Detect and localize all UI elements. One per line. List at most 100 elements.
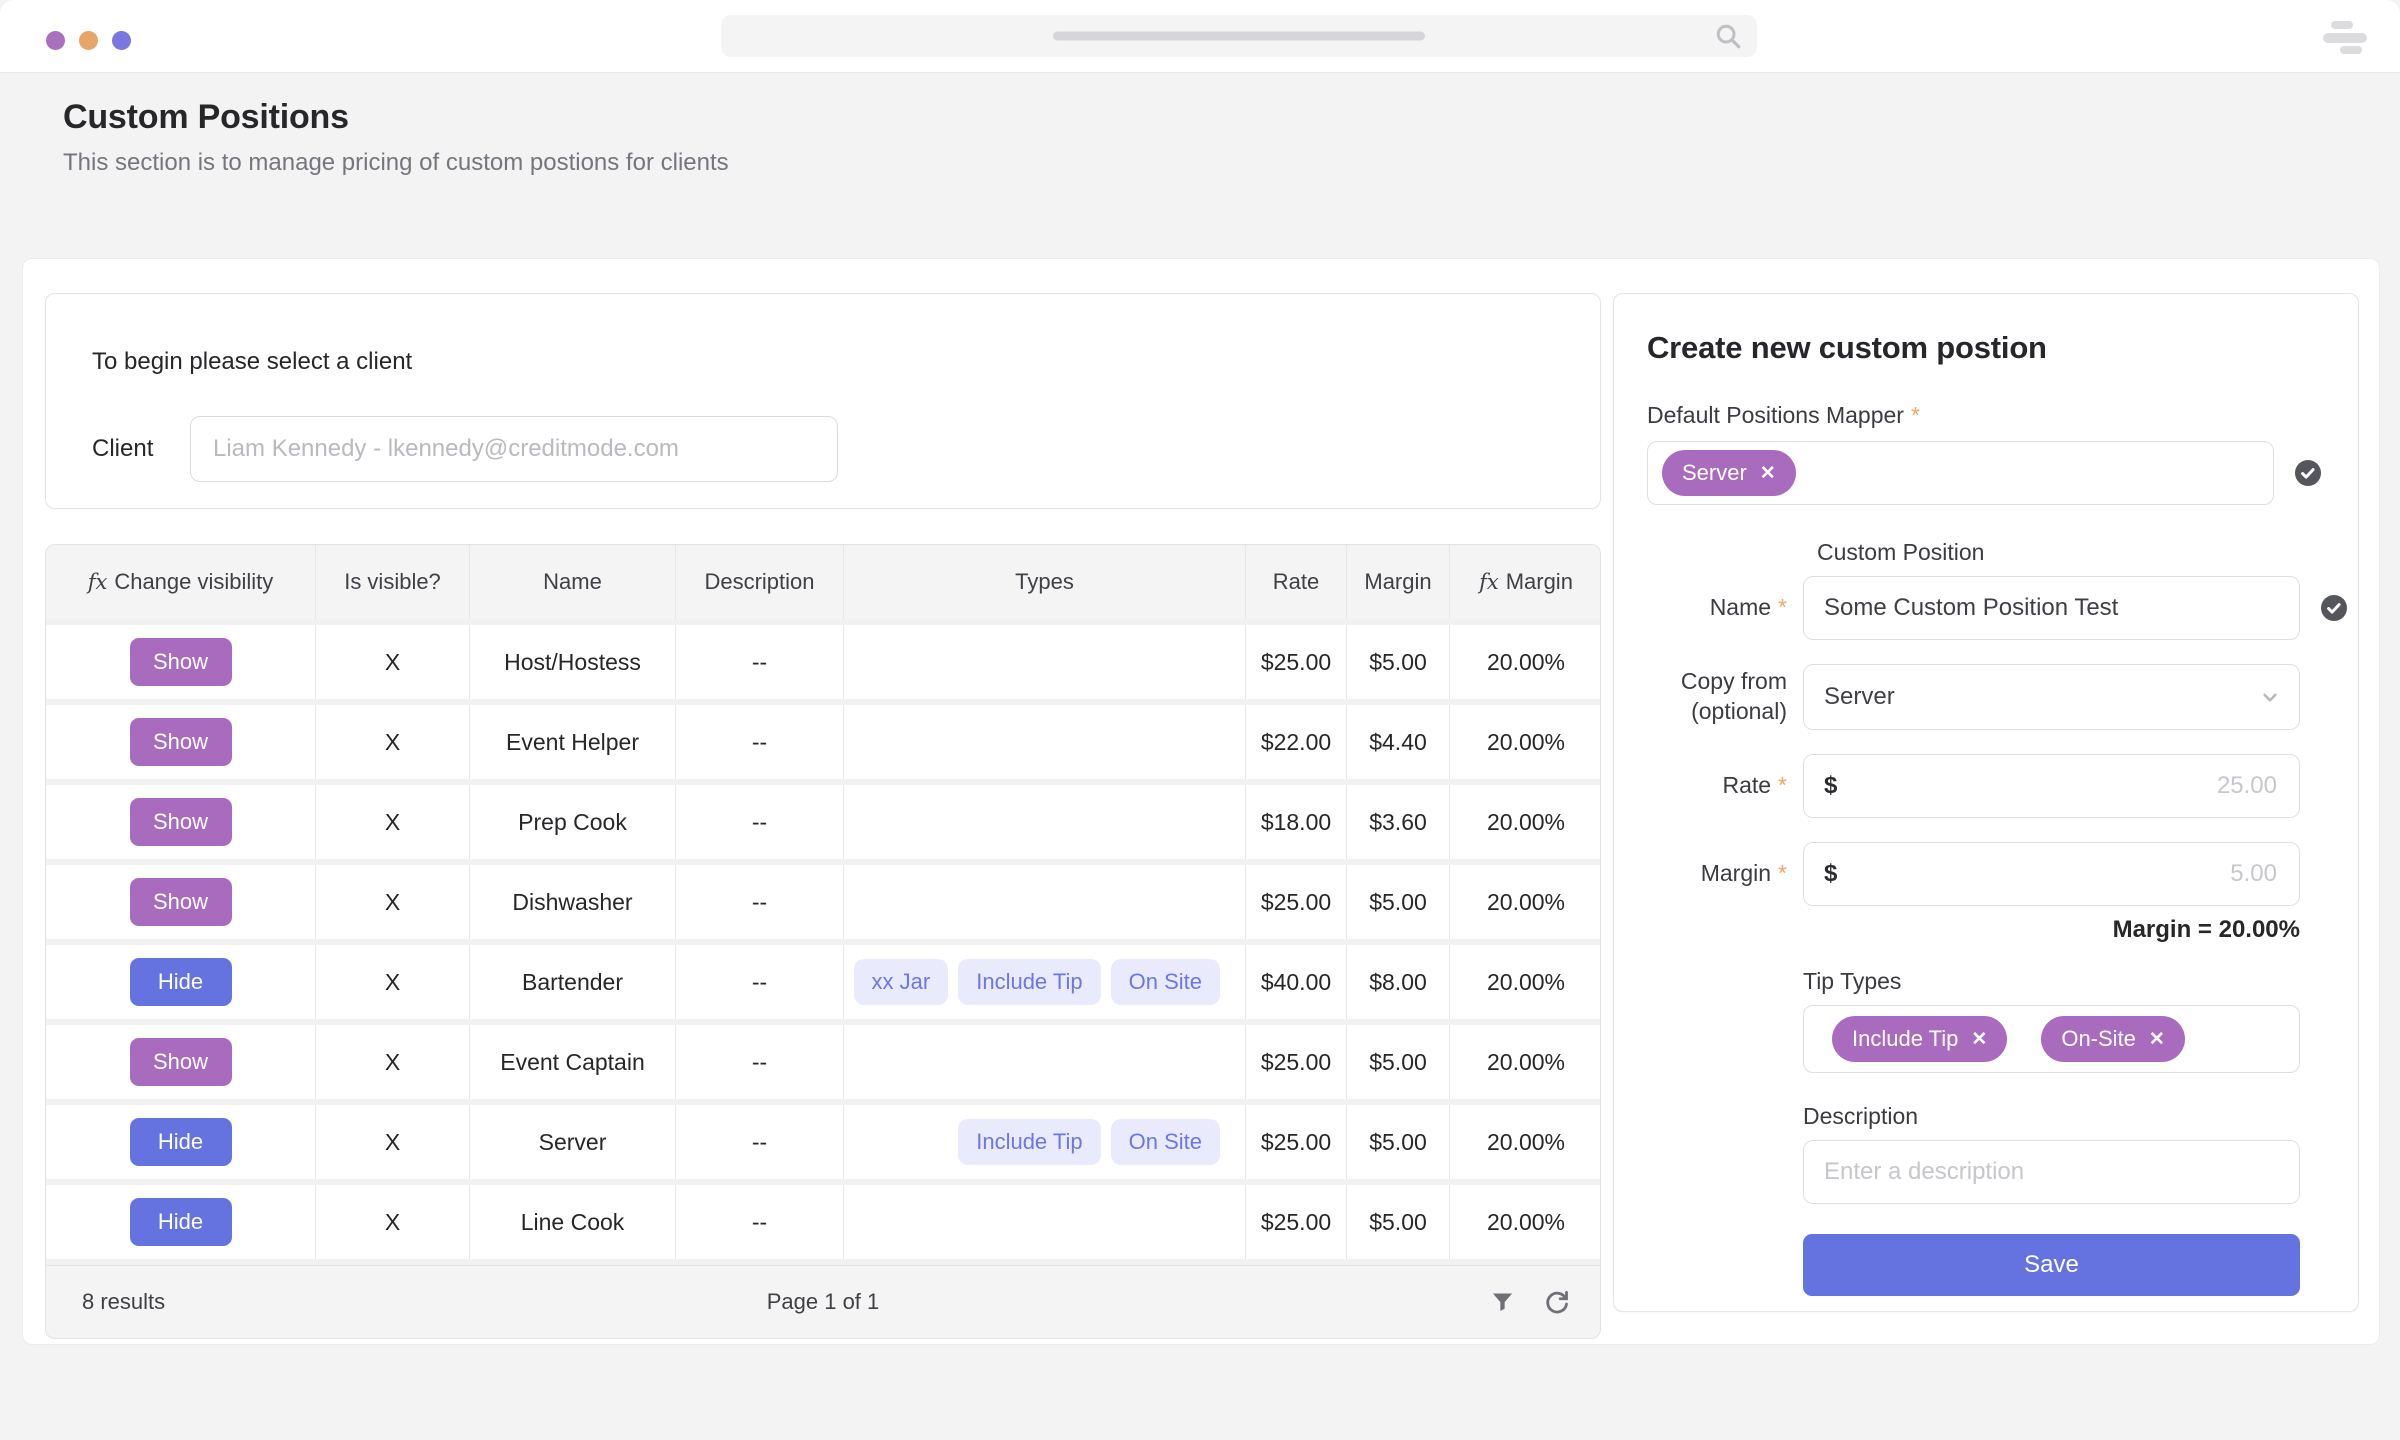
refresh-icon[interactable] (1542, 1288, 1570, 1316)
types-cell (844, 1185, 1246, 1259)
required-asterisk: * (1778, 860, 1787, 886)
rate-label: Rate* (1647, 771, 1803, 801)
column-label: Types (1015, 569, 1074, 594)
mapper-input[interactable]: Server✕ (1647, 441, 2274, 505)
save-button[interactable]: Save (1803, 1234, 2300, 1296)
is-visible-cell: X (316, 1185, 470, 1259)
is-visible-cell: X (316, 625, 470, 699)
show-button[interactable]: Show (130, 878, 232, 926)
remove-chip-icon[interactable]: ✕ (1971, 1030, 1987, 1049)
visibility-cell: Show (46, 785, 316, 859)
window-dot-purple (46, 31, 65, 50)
column-label: Margin (1506, 569, 1573, 594)
column-header-name: Name (470, 545, 676, 619)
name-label-text: Name (1710, 594, 1771, 620)
mapper-label: Default Positions Mapper* (1647, 402, 2358, 429)
margin-pct-cell: 20.00% (1450, 785, 1601, 859)
search-bar[interactable] (721, 15, 1757, 57)
table-row: ShowXHost/Hostess--$25.00$5.0020.00% (46, 625, 1601, 699)
margin-input[interactable] (1837, 859, 2279, 889)
types-cell (844, 865, 1246, 939)
rate-input[interactable] (1837, 771, 2279, 801)
page-indicator: Page 1 of 1 (767, 1289, 880, 1315)
table-row: ShowXEvent Helper--$22.00$4.4020.00% (46, 705, 1601, 779)
margin-pct-cell: 20.00% (1450, 625, 1601, 699)
visibility-cell: Hide (46, 1185, 316, 1259)
type-tags: xx JarInclude TipOn Site (845, 959, 1244, 1005)
rate-cell: $25.00 (1246, 1105, 1347, 1179)
copy-from-select[interactable]: Server (1803, 664, 2300, 730)
window-menu-icon[interactable] (2323, 19, 2369, 55)
rate-input-wrap: $ (1803, 754, 2300, 818)
rate-label-text: Rate (1722, 772, 1771, 798)
description-cell: -- (676, 945, 844, 1019)
filter-icon[interactable] (1489, 1289, 1516, 1316)
types-cell (844, 625, 1246, 699)
description-input[interactable] (1803, 1140, 2300, 1204)
column-label: Description (704, 569, 814, 594)
hide-button[interactable]: Hide (130, 958, 232, 1006)
description-cell: -- (676, 785, 844, 859)
column-header-rate: Rate (1246, 545, 1347, 619)
name-input[interactable] (1803, 576, 2300, 640)
panel-title: Create new custom postion (1647, 330, 2358, 366)
type-tag: xx Jar (854, 959, 949, 1005)
description-label: Description (1803, 1103, 2300, 1130)
is-visible-cell: X (316, 1025, 470, 1099)
chip-label: Include Tip (1852, 1026, 1958, 1052)
table-row: ShowXEvent Captain--$25.00$5.0020.00% (46, 1025, 1601, 1099)
types-cell (844, 1025, 1246, 1099)
description-cell: -- (676, 1025, 844, 1099)
margin-cell: $5.00 (1347, 1025, 1450, 1099)
description-cell: -- (676, 865, 844, 939)
show-button[interactable]: Show (130, 718, 232, 766)
column-label: Name (543, 569, 602, 594)
copy-from-label-line2: (optional) (1647, 697, 1787, 727)
remove-chip-icon[interactable]: ✕ (1760, 464, 1776, 483)
is-visible-cell: X (316, 705, 470, 779)
visibility-cell: Show (46, 625, 316, 699)
margin-pct-cell: 20.00% (1450, 1105, 1601, 1179)
remove-chip-icon[interactable]: ✕ (2149, 1030, 2165, 1049)
selected-chip: On-Site✕ (2041, 1016, 2185, 1062)
column-label: Margin (1364, 569, 1431, 594)
hide-button[interactable]: Hide (130, 1198, 232, 1246)
name-cell: Host/Hostess (470, 625, 676, 699)
type-tag: Include Tip (958, 1119, 1100, 1165)
visibility-cell: Show (46, 865, 316, 939)
margin-cell: $5.00 (1347, 865, 1450, 939)
show-button[interactable]: Show (130, 638, 232, 686)
hide-button[interactable]: Hide (130, 1118, 232, 1166)
column-label: Is visible? (344, 569, 441, 594)
types-cell: xx JarInclude TipOn Site (844, 945, 1246, 1019)
tip-types-input[interactable]: Include Tip✕On-Site✕ (1803, 1005, 2300, 1073)
copy-from-label: Copy from (optional) (1647, 667, 1803, 727)
rate-cell: $40.00 (1246, 945, 1347, 1019)
show-button[interactable]: Show (130, 798, 232, 846)
margin-cell: $5.00 (1347, 1105, 1450, 1179)
margin-pct-cell: 20.00% (1450, 945, 1601, 1019)
margin-computed-note: Margin = 20.00% (1803, 916, 2300, 944)
margin-cell: $3.60 (1347, 785, 1450, 859)
types-cell: Include TipOn Site (844, 1105, 1246, 1179)
window-dot-blue (112, 31, 131, 50)
rate-cell: $25.00 (1246, 625, 1347, 699)
positions-table: fxChange visibilityIs visible?NameDescri… (45, 544, 1601, 1339)
type-tag: On Site (1111, 1119, 1220, 1165)
name-cell: Prep Cook (470, 785, 676, 859)
selected-chip: Server✕ (1662, 450, 1796, 496)
description-cell: -- (676, 1185, 844, 1259)
description-cell: -- (676, 1105, 844, 1179)
margin-pct-cell: 20.00% (1450, 865, 1601, 939)
window-titlebar (0, 0, 2400, 73)
mapper-label-text: Default Positions Mapper (1647, 402, 1904, 428)
show-button[interactable]: Show (130, 1038, 232, 1086)
margin-cell: $4.40 (1347, 705, 1450, 779)
currency-symbol: $ (1824, 772, 1837, 800)
type-tag: Include Tip (958, 959, 1100, 1005)
is-visible-cell: X (316, 1105, 470, 1179)
visibility-cell: Show (46, 705, 316, 779)
margin-pct-cell: 20.00% (1450, 705, 1601, 779)
client-input[interactable] (190, 416, 838, 482)
margin-cell: $8.00 (1347, 945, 1450, 1019)
